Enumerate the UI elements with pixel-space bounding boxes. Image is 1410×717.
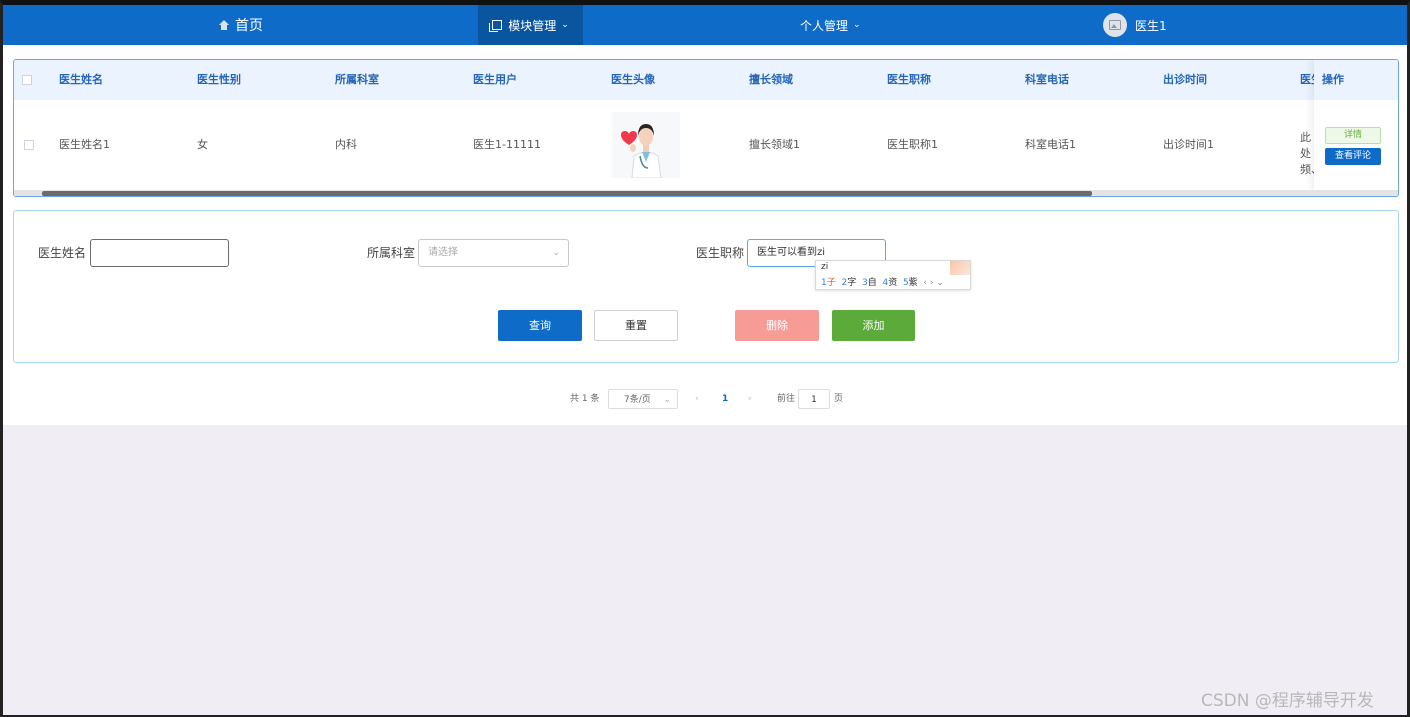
ime-candidate[interactable]: 4资 [882,278,897,288]
goto-page-input[interactable]: 1 [798,389,830,409]
column-header[interactable]: 医生姓名 [59,60,103,100]
cell-field: 擅长领域1 [749,138,800,151]
column-header[interactable]: 出诊时间 [1163,60,1207,100]
ime-candidate[interactable]: 5紫 [903,278,918,288]
nav-home[interactable]: 首页 [219,5,263,45]
cell-phone: 科室电话1 [1025,138,1076,151]
column-header[interactable]: 擅长领域 [749,60,793,100]
nav-user-label: 医生1 [1135,18,1167,33]
prev-page-icon[interactable]: ‹ [695,389,699,409]
horizontal-scrollbar-thumb[interactable] [42,191,1092,196]
cell-user: 医生1-11111 [473,138,541,151]
ime-candidates: 1子 2字 3自 4资 5紫 ‹ › ⌄ [821,275,944,288]
pager-total: 共 1 条 [570,394,600,404]
search-panel: 医生姓名 所属科室 请选择 ⌄ 医生职称 医生可以看到zi zi 1子 2字 3… [13,210,1399,363]
nav-module-label: 模块管理 [508,18,557,33]
page-size-value: 7条/页 [624,395,651,405]
chevron-down-icon: ⌄ [663,395,671,405]
column-header[interactable]: 医生头像 [611,60,655,100]
ime-candidate[interactable]: 1子 [821,278,836,288]
add-button[interactable]: 添加 [832,310,915,341]
column-header[interactable]: 医生性别 [197,60,241,100]
next-page-icon[interactable]: › [748,389,752,409]
page-suffix: 页 [834,394,844,404]
ime-skin-decoration [950,261,970,275]
cell-intro: 此处频、 [1300,131,1314,176]
copy-icon [489,20,503,32]
row-checkbox[interactable] [24,140,34,150]
current-page[interactable]: 1 [722,389,728,409]
cell-dept: 内科 [335,138,357,151]
doctor-name-label: 医生姓名 [38,246,87,260]
home-icon [219,20,229,30]
detail-button[interactable]: 详情 [1325,127,1381,144]
dept-select-placeholder: 请选择 [428,247,458,258]
query-button[interactable]: 查询 [498,310,582,341]
cell-title: 医生职称1 [887,138,938,151]
column-header[interactable]: 科室电话 [1025,60,1069,100]
dept-label: 所属科室 [367,246,416,260]
doctor-title-label: 医生职称 [696,246,745,260]
goto-label: 前往 [777,394,796,404]
top-navbar: 首页 模块管理 ⌄ 个人管理 ⌄ 医生1 [3,5,1407,45]
nav-personal-label: 个人管理 [800,18,849,33]
operations-column: 操作 详情 查看评论 [1314,60,1398,190]
chevron-down-icon: ⌄ [561,20,569,30]
cell-name: 医生姓名1 [59,138,110,151]
dept-select[interactable]: 请选择 ⌄ [418,239,569,267]
ime-composition: zi [821,262,829,272]
column-header[interactable]: 医生用户 [473,60,517,100]
column-header: 操作 [1314,60,1398,100]
nav-home-label: 首页 [235,18,263,34]
cell-gender: 女 [197,138,208,151]
chevron-down-icon: ⌄ [552,248,560,258]
column-header[interactable]: 所属科室 [335,60,379,100]
doctor-avatar-image [612,112,680,178]
view-reviews-button[interactable]: 查看评论 [1325,148,1381,165]
reset-button[interactable]: 重置 [594,310,678,341]
column-header[interactable]: 医生职称 [887,60,931,100]
chevron-down-icon: ⌄ [853,20,861,30]
nav-module-management[interactable]: 模块管理 ⌄ [478,5,583,45]
pagination: 共 1 条 7条/页 ⌄ ‹ 1 › 前往 1 页 [3,389,1407,411]
ime-page-arrows-icon[interactable]: ‹ › ⌄ [921,278,943,288]
doctor-table: 医生姓名 医生性别 所属科室 医生用户 医生头像 擅长领域 医生职称 科室电话 … [13,59,1399,197]
main-content: 医生姓名 医生性别 所属科室 医生用户 医生头像 擅长领域 医生职称 科室电话 … [3,45,1407,425]
delete-button[interactable]: 删除 [735,310,819,341]
ime-candidate[interactable]: 2字 [841,278,856,288]
nav-user-menu[interactable]: 医生1 [1103,5,1167,45]
ime-candidate-popup: zi 1子 2字 3自 4资 5紫 ‹ › ⌄ [815,260,971,290]
doctor-name-input[interactable] [90,239,229,267]
watermark: CSDN @程序辅导开发 [1201,691,1374,711]
column-header[interactable]: 医生 [1300,60,1314,100]
cell-time: 出诊时间1 [1163,138,1214,151]
select-all-checkbox[interactable] [22,75,32,85]
avatar [1103,13,1127,37]
page-size-select[interactable]: 7条/页 ⌄ [608,389,678,409]
nav-personal-management[interactable]: 个人管理 ⌄ [800,5,861,45]
ime-candidate[interactable]: 3自 [862,278,877,288]
avatar-placeholder-icon [1109,20,1121,30]
